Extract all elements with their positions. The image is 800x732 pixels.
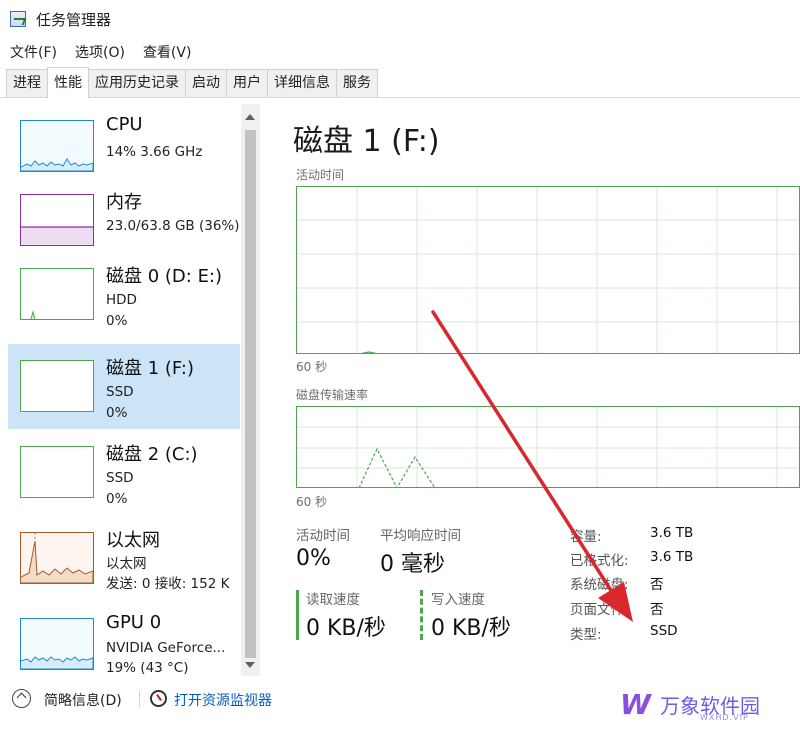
disk-1-thumbnail-graph <box>20 360 94 412</box>
tab-users[interactable]: 用户 <box>226 69 268 97</box>
sidebar-item-title: GPU 0 <box>106 612 162 633</box>
write-speed-indicator <box>420 590 423 640</box>
tab-startup[interactable]: 启动 <box>185 69 227 97</box>
transfer-rate-graph-timespan: 60 秒 <box>296 495 328 509</box>
tab-performance[interactable]: 性能 <box>47 67 89 98</box>
tab-bar: 进程 性能 应用历史记录 启动 用户 详细信息 服务 <box>0 66 800 98</box>
footer-divider <box>139 691 140 707</box>
disk-0-thumbnail-graph <box>20 268 94 320</box>
menu-view[interactable]: 查看(V) <box>143 42 192 62</box>
sidebar-item-usage: 0% <box>106 405 128 421</box>
active-time-label: 活动时间 <box>296 528 350 544</box>
tab-processes[interactable]: 进程 <box>6 69 48 97</box>
formatted-label: 已格式化: <box>570 553 629 569</box>
sidebar-item-type: SSD <box>106 470 134 486</box>
sidebar-item-detail: 23.0/63.8 GB (36%) <box>106 218 240 234</box>
sidebar-item-disk-1[interactable]: 磁盘 1 (F:) SSD 0% <box>8 344 240 429</box>
read-speed-indicator <box>296 590 299 640</box>
sidebar-item-model: NVIDIA GeForce... <box>106 640 226 656</box>
tab-services[interactable]: 服务 <box>336 69 378 97</box>
capacity-label: 容量: <box>570 529 602 545</box>
system-disk-value: 否 <box>650 577 664 593</box>
active-time-value: 0% <box>296 546 331 571</box>
active-time-graph-timespan: 60 秒 <box>296 360 328 374</box>
open-resource-monitor-link[interactable]: 打开资源监视器 <box>174 690 272 710</box>
system-disk-label: 系统磁盘: <box>570 577 629 593</box>
collapse-chevron-icon[interactable] <box>12 689 31 708</box>
sidebar-item-usage: 19% (43 °C) <box>106 660 189 676</box>
gpu-thumbnail-graph <box>20 618 94 670</box>
ethernet-thumbnail-graph <box>20 532 94 584</box>
window-title: 任务管理器 <box>36 10 112 29</box>
avg-response-value: 0 毫秒 <box>380 552 445 577</box>
transfer-rate-graph-label: 磁盘传输速率 <box>296 388 369 402</box>
scroll-thumb[interactable] <box>245 130 256 658</box>
sidebar-item-ethernet[interactable]: 以太网 以太网 发送: 0 接收: 152 K <box>8 516 240 601</box>
tab-app-history[interactable]: 应用历史记录 <box>88 69 186 97</box>
resource-monitor-icon[interactable] <box>150 690 167 707</box>
watermark-subtext: WXHD.VIP <box>700 713 749 722</box>
read-speed-value: 0 KB/秒 <box>306 616 386 641</box>
sidebar-item-memory[interactable]: 内存 23.0/63.8 GB (36%) <box>8 178 240 263</box>
title-bar: 任务管理器 <box>0 0 800 38</box>
tab-details[interactable]: 详细信息 <box>267 69 337 97</box>
sidebar-item-title: 磁盘 1 (F:) <box>106 358 194 379</box>
sidebar-item-detail: 14% 3.66 GHz <box>106 144 203 160</box>
memory-thumbnail-graph <box>20 194 94 246</box>
sidebar-item-title: 内存 <box>106 192 142 213</box>
watermark-logo: W <box>620 688 651 721</box>
sidebar-item-title: 以太网 <box>106 530 160 551</box>
transfer-rate-graph <box>296 406 800 488</box>
fewer-details-button[interactable]: 简略信息(D) <box>44 690 122 710</box>
active-time-graph-label: 活动时间 <box>296 168 345 182</box>
sidebar-scrollbar[interactable] <box>241 104 260 676</box>
type-value: SSD <box>650 623 678 639</box>
scroll-down-icon[interactable] <box>245 662 255 668</box>
sidebar-item-disk-0[interactable]: 磁盘 0 (D: E:) HDD 0% <box>8 252 240 337</box>
capacity-value: 3.6 TB <box>650 525 694 541</box>
disk-2-thumbnail-graph <box>20 446 94 498</box>
sidebar-item-title: CPU <box>106 114 143 135</box>
type-label: 类型: <box>570 627 602 643</box>
sidebar-item-type: SSD <box>106 384 134 400</box>
page-title: 磁盘 1 (F:) <box>293 124 440 159</box>
task-manager-icon <box>10 11 26 27</box>
sidebar-item-type: HDD <box>106 292 137 308</box>
menu-file[interactable]: 文件(F) <box>10 42 57 62</box>
scroll-up-icon[interactable] <box>245 114 255 120</box>
read-speed-label: 读取速度 <box>306 592 360 608</box>
write-speed-value: 0 KB/秒 <box>431 616 511 641</box>
sidebar-item-title: 磁盘 0 (D: E:) <box>106 266 223 287</box>
sidebar-item-cpu[interactable]: CPU 14% 3.66 GHz <box>8 104 240 189</box>
sidebar-item-throughput: 发送: 0 接收: 152 K <box>106 576 230 592</box>
sidebar-item-disk-2[interactable]: 磁盘 2 (C:) SSD 0% <box>8 430 240 515</box>
sidebar-item-usage: 0% <box>106 491 128 507</box>
active-time-graph <box>296 186 800 354</box>
performance-sidebar: CPU 14% 3.66 GHz 内存 23.0/63.8 GB (36%) 磁… <box>8 104 240 676</box>
formatted-value: 3.6 TB <box>650 549 694 565</box>
page-file-label: 页面文件: <box>570 602 629 618</box>
avg-response-label: 平均响应时间 <box>380 528 461 544</box>
write-speed-label: 写入速度 <box>431 592 485 608</box>
sidebar-item-title: 磁盘 2 (C:) <box>106 444 198 465</box>
sidebar-item-adapter: 以太网 <box>106 556 147 572</box>
page-file-value: 否 <box>650 602 664 618</box>
sidebar-item-gpu-0[interactable]: GPU 0 NVIDIA GeForce... 19% (43 °C) <box>8 602 240 676</box>
menu-bar: 文件(F) 选项(O) 查看(V) <box>0 38 800 66</box>
sidebar-item-usage: 0% <box>106 313 128 329</box>
cpu-thumbnail-graph <box>20 120 94 172</box>
menu-options[interactable]: 选项(O) <box>75 42 125 62</box>
